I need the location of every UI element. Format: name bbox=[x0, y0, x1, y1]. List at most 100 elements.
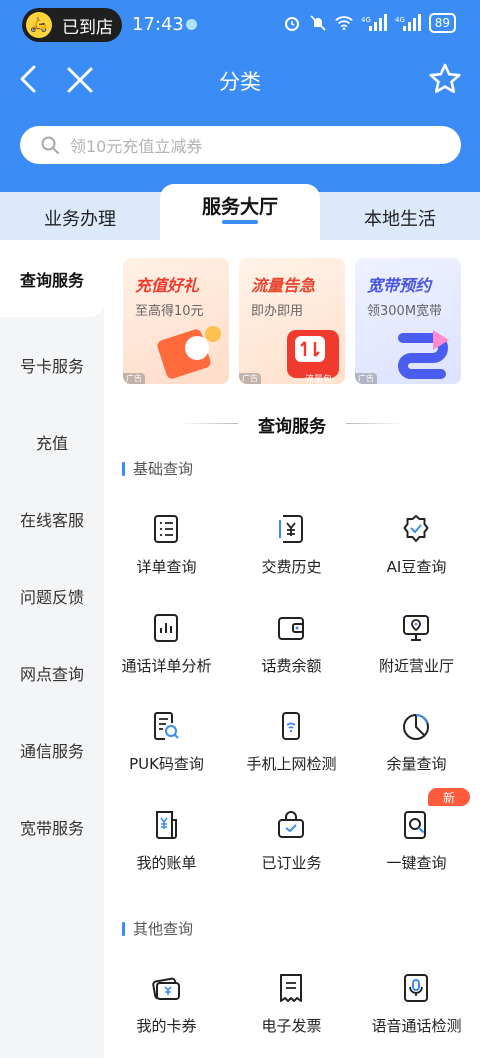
service-payment-history[interactable]: 交费历史 bbox=[229, 514, 354, 594]
service-label: 一键查询 bbox=[386, 854, 447, 872]
section-divider-right bbox=[346, 423, 404, 424]
document-search-icon bbox=[154, 712, 179, 740]
banner-title: 宽带预约 bbox=[367, 276, 432, 295]
group-title-label: 其他查询 bbox=[133, 920, 194, 938]
banner-data-urgent[interactable]: 流量告急 即办即用 流量包 广告 bbox=[239, 258, 345, 384]
active-tab-indicator bbox=[222, 220, 258, 224]
badge-check-icon bbox=[403, 515, 429, 542]
tab-service-hall[interactable]: 服务大厅 bbox=[160, 184, 320, 240]
page-title: 分类 bbox=[219, 70, 261, 94]
coupon-illustration-icon bbox=[157, 326, 221, 379]
search-placeholder: 领10元充值立减券 bbox=[70, 137, 203, 156]
banner-subtitle: 领300M宽带 bbox=[367, 304, 443, 319]
service-one-click-query[interactable]: 一键查询 bbox=[354, 810, 479, 890]
signal-icon-1: 4G bbox=[361, 14, 387, 32]
bill-list-icon bbox=[154, 515, 178, 543]
banner-recharge-gift[interactable]: 充值好礼 至高得10元 广告 bbox=[123, 258, 229, 384]
service-label: 语音通话检测 bbox=[371, 1017, 462, 1035]
mute-icon bbox=[309, 14, 327, 32]
service-voice-call-check[interactable]: 语音通话检测 bbox=[354, 973, 479, 1053]
service-label: 已订业务 bbox=[261, 854, 322, 872]
banner-subtitle: 至高得10元 bbox=[135, 304, 204, 319]
service-label: 余量查询 bbox=[386, 755, 447, 773]
broadband-illustration-icon bbox=[398, 330, 449, 379]
pie-chart-icon bbox=[403, 714, 429, 740]
service-subscribed[interactable]: 已订业务 bbox=[229, 810, 354, 890]
left-item-feedback[interactable]: 问题反馈 bbox=[0, 557, 104, 634]
left-item-number-card[interactable]: 号卡服务 bbox=[0, 326, 104, 403]
clock: 17:43 bbox=[132, 14, 184, 35]
service-label: 交费历史 bbox=[261, 558, 322, 576]
wallet-icon bbox=[278, 617, 304, 640]
service-label: 电子发票 bbox=[261, 1017, 322, 1035]
left-item-online-service[interactable]: 在线客服 bbox=[0, 480, 104, 557]
wifi-icon bbox=[334, 14, 353, 32]
service-label: 通话详单分析 bbox=[121, 657, 212, 675]
svg-text:4G: 4G bbox=[361, 16, 371, 24]
search-icon bbox=[41, 136, 59, 154]
scooter-icon: 🛵 bbox=[26, 12, 52, 38]
left-item-outlet-query[interactable]: 网点查询 bbox=[0, 634, 104, 711]
group-marker bbox=[122, 461, 125, 476]
service-my-bill[interactable]: 我的账单 bbox=[104, 810, 229, 890]
left-item-query-service[interactable]: 查询服务 bbox=[0, 240, 104, 317]
tab-business[interactable]: 业务办理 bbox=[0, 196, 160, 240]
tab-service-hall-label: 服务大厅 bbox=[201, 196, 278, 218]
service-label: 我的账单 bbox=[136, 854, 197, 872]
service-label: 话费余额 bbox=[261, 657, 322, 675]
status-bar: 🛵 已到店 17:43 4G 4G 89 bbox=[0, 0, 480, 50]
star-icon bbox=[429, 63, 461, 93]
call-analysis-icon bbox=[154, 614, 178, 642]
bag-check-icon bbox=[278, 811, 304, 838]
search-doc-icon bbox=[404, 811, 426, 839]
service-bill-detail[interactable]: 详单查询 bbox=[104, 514, 229, 594]
group-marker bbox=[122, 921, 125, 936]
service-label: 手机上网检测 bbox=[246, 755, 337, 773]
invoice-icon bbox=[280, 974, 302, 1002]
payment-history-icon bbox=[279, 515, 303, 543]
new-badge: 新 bbox=[428, 788, 470, 806]
group-title-label: 基础查询 bbox=[133, 460, 194, 478]
service-label: PUK码查询 bbox=[129, 755, 204, 773]
search-bar[interactable]: 领10元充值立减券 bbox=[20, 126, 461, 164]
favorite-button[interactable] bbox=[428, 62, 462, 96]
store-arrival-label: 已到店 bbox=[62, 17, 113, 38]
service-puk-query[interactable]: PUK码查询 bbox=[104, 711, 229, 791]
service-content: 充值好礼 至高得10元 广告 流量告急 即办即用 流量包 广告 宽带预约 领30… bbox=[104, 240, 480, 1058]
group-title-other: 其他查询 bbox=[122, 918, 193, 939]
left-item-broadband[interactable]: 宽带服务 bbox=[0, 788, 104, 865]
store-arrival-pill[interactable]: 🛵 已到店 bbox=[22, 8, 122, 42]
service-label: 我的卡券 bbox=[136, 1017, 197, 1035]
location-monitor-icon bbox=[403, 615, 429, 641]
group-title-basic: 基础查询 bbox=[122, 458, 193, 479]
service-call-analysis[interactable]: 通话详单分析 bbox=[104, 613, 229, 693]
battery-indicator: 89 bbox=[428, 13, 456, 33]
data-package-tag: 流量包 bbox=[305, 375, 333, 384]
service-label: 附近营业厅 bbox=[378, 657, 454, 675]
service-remaining-query[interactable]: 余量查询 bbox=[354, 711, 479, 791]
tab-local-life[interactable]: 本地生活 bbox=[320, 196, 480, 240]
service-e-invoice[interactable]: 电子发票 bbox=[229, 973, 354, 1053]
message-notification-icon bbox=[186, 19, 197, 30]
ad-tag: 广告 bbox=[239, 373, 261, 384]
banner-subtitle: 即办即用 bbox=[251, 304, 304, 319]
left-item-communication[interactable]: 通信服务 bbox=[0, 711, 104, 788]
banner-broadband-booking[interactable]: 宽带预约 领300M宽带 广告 bbox=[355, 258, 461, 384]
section-title: 查询服务 bbox=[258, 417, 326, 437]
service-nearby-hall[interactable]: 附近营业厅 bbox=[354, 613, 479, 693]
coupon-icon bbox=[152, 977, 180, 1000]
service-label: 详单查询 bbox=[136, 558, 197, 576]
service-ai-bean[interactable]: AI豆查询 bbox=[354, 514, 479, 594]
receipt-icon bbox=[156, 811, 177, 839]
status-icons: 4G 4G 89 bbox=[283, 13, 456, 33]
ad-tag: 广告 bbox=[355, 373, 377, 384]
banner-title: 流量告急 bbox=[251, 276, 316, 295]
signal-icon-2: 4G bbox=[395, 14, 421, 32]
service-my-coupons[interactable]: 我的卡券 bbox=[104, 973, 229, 1053]
banner-title: 充值好礼 bbox=[135, 276, 200, 295]
left-item-recharge[interactable]: 充值 bbox=[0, 403, 104, 480]
left-category-nav: 查询服务 号卡服务 充值 在线客服 问题反馈 网点查询 通信服务 宽带服务 bbox=[0, 240, 104, 1058]
service-phone-net-check[interactable]: 手机上网检测 bbox=[229, 711, 354, 791]
service-label: AI豆查询 bbox=[386, 558, 447, 576]
service-balance[interactable]: 话费余额 bbox=[229, 613, 354, 693]
